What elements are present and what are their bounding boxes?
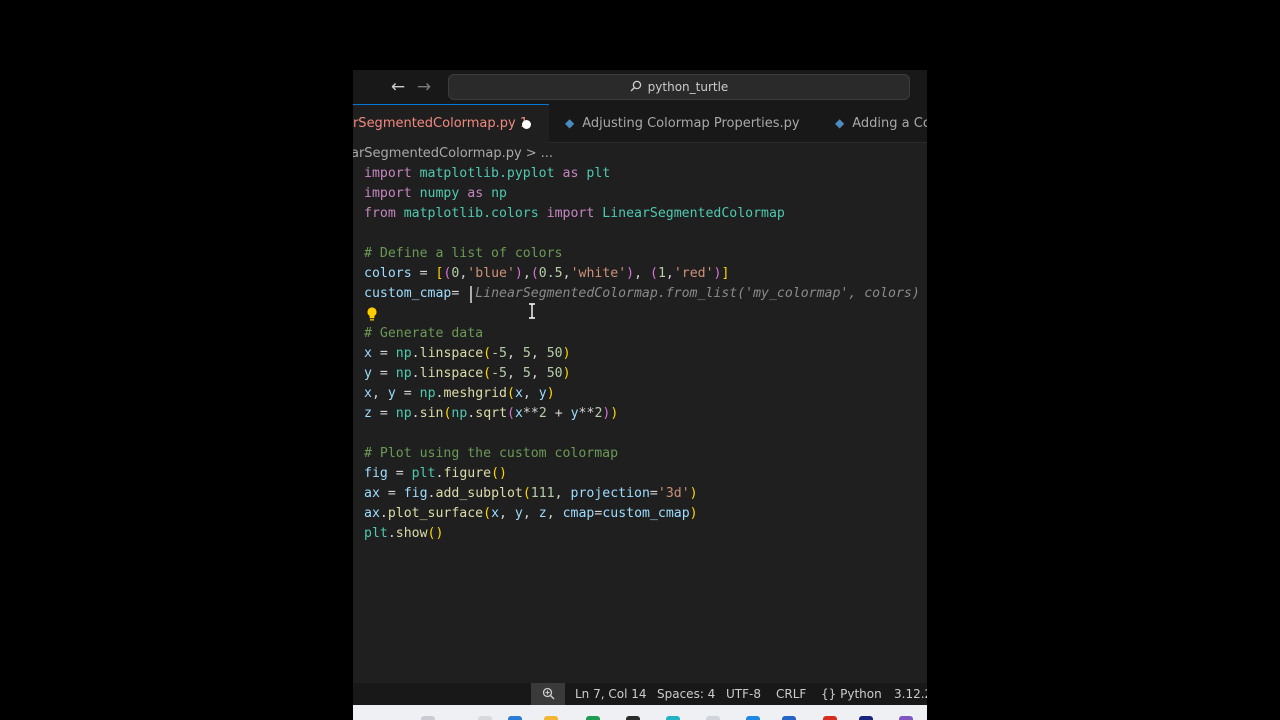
taskbar-app-icon[interactable] <box>478 716 492 720</box>
taskbar-app-icon[interactable] <box>666 716 680 720</box>
command-center-search[interactable]: python_turtle <box>448 74 910 100</box>
code-line-19: plt.show() <box>364 526 444 541</box>
lightbulb-icon[interactable] <box>365 306 379 322</box>
code-line-17: ax = fig.add_subplot(111, projection='3d… <box>364 486 698 501</box>
text-cursor-icon <box>529 303 535 319</box>
python-file-icon: ◆ <box>565 116 575 130</box>
back-arrow-icon[interactable]: ← <box>387 76 409 98</box>
braces-icon: {} <box>821 687 837 701</box>
code-line-16: fig = plt.figure() <box>364 466 507 481</box>
language-label: Python <box>840 687 882 701</box>
code-line-11: y = np.linspace(-5, 5, 50) <box>364 366 571 381</box>
python-file-icon: ◆ <box>835 116 845 130</box>
code-line-10: x = np.linspace(-5, 5, 50) <box>364 346 571 361</box>
taskbar-app-icon[interactable] <box>626 716 640 720</box>
tab-adjusting-colormap[interactable]: ◆ Adjusting Colormap Properties.py <box>565 104 815 142</box>
taskbar-app-icon[interactable] <box>782 716 796 720</box>
title-bar: ← → python_turtle <box>353 70 927 104</box>
taskbar-app-icon[interactable] <box>706 716 720 720</box>
code-line-6: colors = [(0,'blue'),(0.5,'white'), (1,'… <box>364 266 730 281</box>
taskbar-app-icon[interactable] <box>586 716 600 720</box>
tab-label: Adding a Co <box>852 116 927 131</box>
vscode-window: ← → python_turtle arSegmentedColormap.py… <box>353 70 927 720</box>
search-icon <box>630 76 642 100</box>
taskbar-app-icon[interactable] <box>859 716 873 720</box>
encoding[interactable]: UTF-8 <box>726 683 761 705</box>
taskbar-app-icon[interactable] <box>899 716 913 720</box>
unsaved-dot-icon[interactable] <box>522 120 531 129</box>
line-ending[interactable]: CRLF <box>776 683 806 705</box>
taskbar-app-icon[interactable] <box>421 716 435 720</box>
inline-suggestion[interactable]: LinearSegmentedColormap.from_list('my_co… <box>475 286 920 301</box>
code-line-9: # Generate data <box>364 326 484 341</box>
code-line-2: import numpy as np <box>364 186 507 201</box>
taskbar <box>353 705 927 720</box>
code-line-18: ax.plot_surface(x, y, z, cmap=custom_cma… <box>364 506 698 521</box>
tab-adding-colormap[interactable]: ◆ Adding a Co <box>835 104 927 142</box>
tab-active-file[interactable]: arSegmentedColormap.py 1 <box>353 104 549 143</box>
code-line-1: import matplotlib.pyplot as plt <box>364 166 611 181</box>
cursor-position[interactable]: Ln 7, Col 14 <box>575 683 647 705</box>
forward-arrow-icon[interactable]: → <box>413 76 435 98</box>
taskbar-app-icon[interactable] <box>746 716 760 720</box>
code-line-3: from matplotlib.colors import LinearSegm… <box>364 206 785 221</box>
code-line-13: z = np.sin(np.sqrt(x**2 + y**2)) <box>364 406 619 421</box>
chevron-right-icon: > <box>525 146 537 161</box>
breadcrumb-file[interactable]: earSegmentedColormap.py <box>353 146 522 161</box>
taskbar-app-icon[interactable] <box>544 716 558 720</box>
tab-label: Adjusting Colormap Properties.py <box>582 116 800 131</box>
taskbar-app-icon[interactable] <box>823 716 837 720</box>
code-line-15: # Plot using the custom colormap <box>364 446 619 461</box>
code-line-12: x, y = np.meshgrid(x, y) <box>364 386 555 401</box>
search-text: python_turtle <box>647 80 729 94</box>
breadcrumb-more[interactable]: ... <box>541 146 553 161</box>
tab-label: arSegmentedColormap.py 1 <box>353 116 529 131</box>
zoom-icon[interactable] <box>531 683 565 705</box>
indentation[interactable]: Spaces: 4 <box>657 683 715 705</box>
code-editor[interactable]: import matplotlib.pyplot as plt import n… <box>353 164 927 684</box>
code-line-5: # Define a list of colors <box>364 246 563 261</box>
breadcrumb: earSegmentedColormap.py >... <box>353 144 553 164</box>
taskbar-app-icon[interactable] <box>508 716 522 720</box>
code-line-7: custom_cmap= LinearSegmentedColormap.fro… <box>364 286 920 301</box>
tab-bar: arSegmentedColormap.py 1 ◆ Adjusting Colo… <box>353 104 927 143</box>
language-mode[interactable]: {} Python <box>821 683 882 705</box>
python-version[interactable]: 3.12.2 <box>894 683 927 705</box>
status-bar: Ln 7, Col 14 Spaces: 4 UTF-8 CRLF {} Pyt… <box>353 683 927 705</box>
text-caret <box>470 286 472 303</box>
